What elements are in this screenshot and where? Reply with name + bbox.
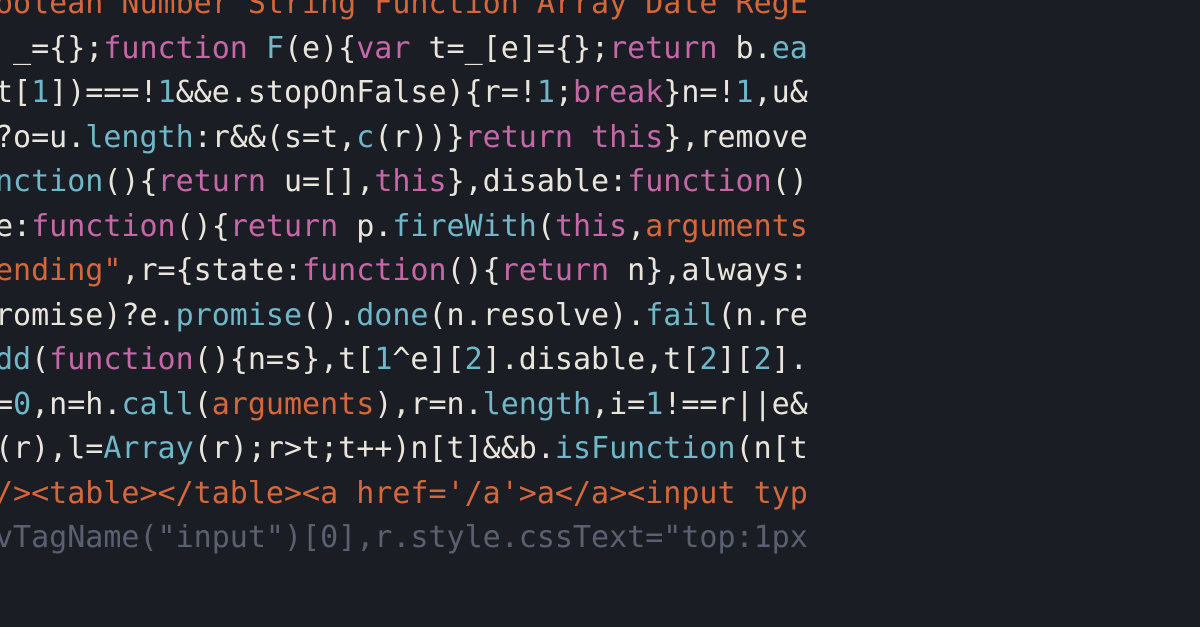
code-token: (). [302, 298, 356, 333]
code-token: (){ [447, 253, 501, 288]
code-token: /><table></table><a href='/a'>a</a><inpu… [0, 476, 808, 511]
code-token: F [266, 31, 284, 66]
code-token: 1 [645, 387, 663, 422]
code-token: function [49, 342, 194, 377]
code-token: isFunction [555, 431, 736, 466]
code-token: oolean Number String Function Array Date… [0, 0, 808, 21]
code-token: () [772, 164, 808, 199]
code-token: dd [0, 342, 31, 377]
code-token: return [609, 31, 717, 66]
code-token: function [31, 209, 176, 244]
code-token: ][ [718, 342, 754, 377]
code-token: function [103, 31, 248, 66]
code-token: _={}; [0, 31, 103, 66]
code-token: promise [176, 298, 302, 333]
code-token: ].disable,t[ [483, 342, 700, 377]
code-token: fireWith [392, 209, 537, 244]
code-token [573, 120, 591, 155]
code-token: c [356, 120, 374, 155]
code-token: Array [103, 431, 193, 466]
code-token: this [591, 120, 663, 155]
code-token: return [230, 209, 338, 244]
code-token: fail [645, 298, 717, 333]
code-token: (){n=s},t[ [194, 342, 375, 377]
code-token: },disable: [447, 164, 628, 199]
code-token: ( [194, 387, 212, 422]
code-token: ]. [772, 342, 808, 377]
code-token: this [555, 209, 627, 244]
code-token: ),r=n. [374, 387, 482, 422]
code-token: ^e][ [392, 342, 464, 377]
code-token: :r&&(s=t, [194, 120, 357, 155]
code-token: (){ [176, 209, 230, 244]
code-token: !==r||e& [663, 387, 808, 422]
code-token: ( [537, 209, 555, 244]
code-token: 1 [158, 75, 176, 110]
code-editor-view: oolean Number String Function Array Date… [0, 0, 1200, 561]
code-token: 0 [13, 387, 31, 422]
code-token: (n.resolve). [429, 298, 646, 333]
code-token: ,r={state: [121, 253, 302, 288]
code-token: ea [772, 31, 808, 66]
code-token: 2 [754, 342, 772, 377]
code-token: ?o=u. [0, 120, 85, 155]
code-token: (r),l= [0, 431, 103, 466]
code-token: ; [555, 75, 573, 110]
code-token: break [573, 75, 663, 110]
code-token: return [158, 164, 266, 199]
code-token: p. [338, 209, 392, 244]
code-token [248, 31, 266, 66]
code-token: (r))} [374, 120, 464, 155]
code-token: }n=! [663, 75, 735, 110]
code-token: return [465, 120, 573, 155]
code-token: ending" [0, 253, 121, 288]
code-token: 1 [736, 75, 754, 110]
code-token: 2 [465, 342, 483, 377]
code-token: u=[], [266, 164, 374, 199]
code-token: n},always: [609, 253, 808, 288]
code-token: 1 [537, 75, 555, 110]
code-token: return [501, 253, 609, 288]
code-token: var [356, 31, 410, 66]
code-token: ,n=h. [31, 387, 121, 422]
code-token: e: [0, 209, 31, 244]
code-token: t=_[e]={}; [410, 31, 609, 66]
code-token: , [627, 209, 645, 244]
code-token: romise)?e. [0, 298, 176, 333]
code-token: call [121, 387, 193, 422]
code-token: = [0, 387, 13, 422]
code-token: function [627, 164, 772, 199]
code-token: 1 [374, 342, 392, 377]
code-token: (r);r>t;t++)n[t]&&b. [194, 431, 555, 466]
code-token: (n.re [718, 298, 808, 333]
code-token: ( [31, 342, 49, 377]
code-token: },remove [663, 120, 808, 155]
code-token: vTagName("input")[0],r.style.cssText="to… [0, 520, 808, 555]
code-token: ,u& [754, 75, 808, 110]
code-token: nction [0, 164, 103, 199]
code-token: this [374, 164, 446, 199]
code-token: ,i= [591, 387, 645, 422]
code-token: ])===! [49, 75, 157, 110]
code-token: arguments [645, 209, 808, 244]
code-token: 2 [699, 342, 717, 377]
code-token: length [85, 120, 193, 155]
code-token: (){ [103, 164, 157, 199]
code-token: function [302, 253, 447, 288]
code-token: b. [718, 31, 772, 66]
code-token: 1 [31, 75, 49, 110]
code-token: (e){ [284, 31, 356, 66]
code-token: &&e.stopOnFalse){r=! [176, 75, 537, 110]
code-token: length [483, 387, 591, 422]
code-token: (n[t [736, 431, 808, 466]
code-token: t[ [0, 75, 31, 110]
code-token: done [356, 298, 428, 333]
code-token: arguments [212, 387, 375, 422]
